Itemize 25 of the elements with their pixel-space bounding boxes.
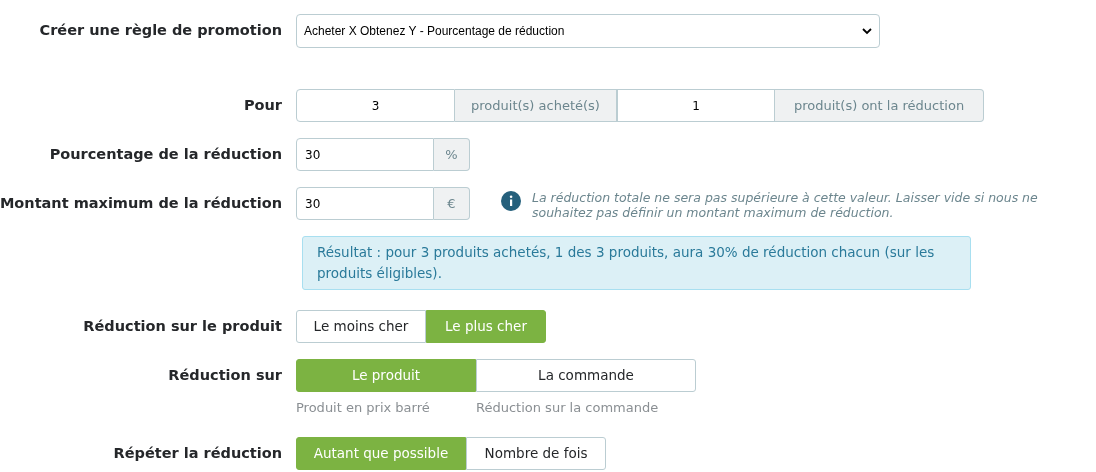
number-field[interactable]: 30: [296, 187, 434, 220]
input-addon: €: [434, 187, 470, 220]
field-label: Montant maximum de la réduction: [0, 193, 282, 213]
input-addon: %: [434, 138, 470, 171]
field-label: Pourcentage de la réduction: [49, 144, 282, 164]
option-hint: Réduction sur la commande: [476, 400, 659, 415]
field-label: Répéter la réduction: [113, 443, 282, 463]
input-addon: produit(s) acheté(s): [455, 89, 617, 122]
input-addon: produit(s) ont la réduction: [775, 89, 984, 122]
field-label: Créer une règle de promotion: [39, 21, 282, 41]
toggle-option[interactable]: Nombre de fois: [466, 437, 606, 470]
info-icon: [501, 190, 521, 211]
promotion-select[interactable]: Acheter X Obtenez Y - Pourcentage de réduction: [296, 14, 880, 48]
number-field[interactable]: 30: [296, 138, 434, 171]
toggle-option[interactable]: La commande: [476, 359, 696, 392]
field-label: Réduction sur le produit: [83, 316, 282, 336]
toggle-option[interactable]: Le moins cher: [296, 310, 426, 343]
field-label: Pour: [243, 95, 282, 115]
number-field[interactable]: 3: [296, 89, 455, 122]
field-label: Réduction sur: [168, 365, 282, 385]
chevron-down-icon: [862, 27, 872, 35]
number-field[interactable]: 1: [617, 89, 775, 122]
help-text: La réduction totale ne sera pas supérieure à cette valeur. Laisser vide si nous ne souhaitez pas définir un montant maximum de réduction.: [532, 189, 1039, 220]
option-hint: Produit en prix barré: [296, 400, 430, 415]
result-alert: Résultat : pour 3 produits achetés, 1 des 3 produits, aura 30% de réduction chacun (sur les produits éligibles).: [302, 236, 971, 290]
